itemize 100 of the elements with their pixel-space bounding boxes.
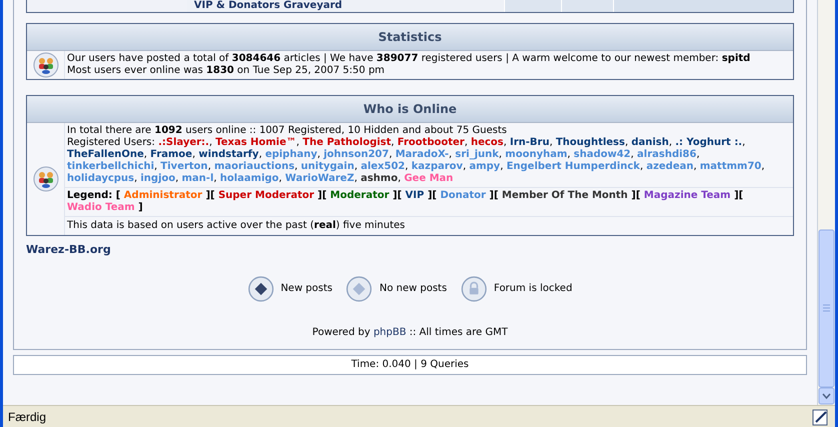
user-link[interactable]: windstarfy	[198, 149, 259, 160]
users-group-icon	[32, 166, 58, 192]
legend-bracket: ][	[489, 190, 498, 201]
comma-separator: ,	[258, 149, 262, 160]
comma-separator: ,	[500, 161, 504, 172]
user-link[interactable]: danish	[631, 137, 669, 148]
comma-separator: ,	[761, 161, 765, 172]
legend-bracket: ][	[631, 190, 640, 201]
user-link[interactable]: man-l	[182, 173, 214, 184]
registered-users-label: Registered Users:	[67, 137, 156, 148]
user-link[interactable]: TheFallenOne	[67, 149, 144, 160]
user-link[interactable]: holaamigo	[220, 173, 279, 184]
user-link[interactable]: Texas Homie™	[215, 137, 296, 148]
legend-item: Wadio Team	[67, 202, 135, 213]
user-link[interactable]: Engelbert Humperdinck	[506, 161, 640, 172]
legend-item: Super Moderator	[218, 190, 314, 201]
comma-separator: ,	[214, 173, 217, 184]
comma-separator: ,	[296, 137, 300, 148]
user-link[interactable]: johnson207	[324, 149, 389, 160]
legend-bracket: ][	[734, 190, 744, 201]
comma-separator: ,	[294, 161, 298, 172]
legend-item: Moderator	[330, 190, 390, 201]
user-link[interactable]: alex502	[360, 161, 405, 172]
online-summary-text: In total there are 1092 users online :: 1007 Registered, 10 Hidden and about 75 Guests	[67, 125, 508, 137]
user-link[interactable]: .:Slayer:.	[158, 137, 210, 148]
comma-separator: ,	[498, 149, 502, 160]
user-link[interactable]: The Pathologist	[302, 137, 392, 148]
user-link[interactable]: hecos	[470, 137, 504, 148]
user-link[interactable]: Thoughtless	[556, 137, 625, 148]
site-name: Warez-BB.org	[26, 243, 111, 256]
legend-label: Legend:	[67, 190, 112, 201]
comma-separator: ,	[448, 149, 452, 160]
comma-separator: ,	[354, 173, 358, 184]
user-link[interactable]: Frootbooter	[397, 137, 464, 148]
stats-text: Most users ever online was 1830 on Tue Sep 25, 2007 5:50 pm	[67, 65, 386, 77]
comma-separator: ,	[209, 137, 212, 148]
comma-separator: ,	[668, 137, 672, 148]
user-link[interactable]: tinkerbellchichi	[67, 161, 154, 172]
user-link[interactable]: shadow42	[574, 149, 631, 160]
comma-separator: ,	[144, 149, 148, 160]
user-link[interactable]: sri_junk	[455, 149, 499, 160]
icon-legend-label: New posts	[280, 282, 332, 296]
comma-separator: ,	[462, 161, 466, 172]
online-footnote-text: This data is based on users active over the past (real) five minutes	[67, 220, 406, 232]
forum-name-cell[interactable]: VIP & Donators Graveyard	[187, 0, 504, 12]
user-link[interactable]: MaradoX-	[395, 149, 449, 160]
user-link[interactable]: holidaycpus	[67, 173, 134, 184]
comma-separator: ,	[134, 173, 138, 184]
user-link[interactable]: Tiverton	[160, 161, 208, 172]
user-link[interactable]: Framoe	[150, 149, 192, 160]
comma-separator: ,	[640, 161, 644, 172]
user-link[interactable]: Irn-Bru	[510, 137, 550, 148]
padlock-icon	[460, 276, 487, 302]
legend-bracket: ][	[428, 190, 437, 201]
comma-separator: ,	[354, 161, 358, 172]
legend-item: Donator	[440, 190, 486, 201]
user-link[interactable]: WarioWareZ	[285, 173, 354, 184]
comma-separator: ,	[405, 161, 408, 172]
user-link[interactable]: Gee Man	[404, 173, 454, 184]
user-link[interactable]: .: Yoghurt :.	[675, 137, 742, 148]
section-header: Statistics	[27, 24, 793, 51]
comma-separator: ,	[398, 173, 401, 184]
user-link[interactable]: moonyham	[505, 149, 568, 160]
comma-separator: ,	[464, 137, 468, 148]
legend-item: Magazine Team	[644, 190, 731, 201]
user-link[interactable]: kazparov	[411, 161, 463, 172]
icon-legend-label: No new posts	[379, 282, 447, 296]
comma-separator: ,	[208, 161, 211, 172]
user-link[interactable]: azedean	[646, 161, 694, 172]
user-link[interactable]: ampy	[469, 161, 500, 172]
comma-separator: ,	[567, 149, 570, 160]
user-link[interactable]: ashmo	[360, 173, 398, 184]
phpbb-link[interactable]: phpBB	[373, 326, 406, 338]
legend-bracket: ][	[318, 190, 327, 201]
comma-separator: ,	[278, 173, 282, 184]
icon-legend-label: Forum is locked	[494, 282, 572, 296]
user-link[interactable]: mattmm70	[700, 161, 762, 172]
user-link[interactable]: epiphany	[265, 149, 318, 160]
legend-bracket: ][	[206, 190, 215, 201]
diamond-dark-icon	[248, 276, 274, 302]
user-link[interactable]: ingjoo	[140, 173, 176, 184]
comma-separator: ,	[154, 161, 158, 172]
user-link[interactable]: unitygain	[300, 161, 354, 172]
comma-separator: ,	[391, 137, 394, 148]
legend-bracket: ]	[138, 202, 143, 213]
user-link[interactable]: alrashdi86	[637, 149, 696, 160]
comma-separator: ,	[175, 173, 179, 184]
powered-by-text: Powered by phpBB :: All times are GMT	[312, 326, 508, 340]
comma-separator: ,	[388, 149, 392, 160]
comma-separator: ,	[696, 149, 700, 160]
legend-item: Administrator	[124, 190, 202, 201]
pencil-page-icon	[812, 408, 830, 426]
status-text: Færdig	[8, 408, 46, 426]
comma-separator: ,	[192, 149, 196, 160]
comma-separator: ,	[624, 137, 628, 148]
timing-text: Time: 0.040 | 9 Queries	[13, 354, 807, 374]
legend-bracket: ][	[392, 190, 402, 201]
legend-item: VIP	[405, 190, 424, 201]
users-group-icon	[32, 52, 58, 78]
user-link[interactable]: maoriauctions	[214, 161, 295, 172]
